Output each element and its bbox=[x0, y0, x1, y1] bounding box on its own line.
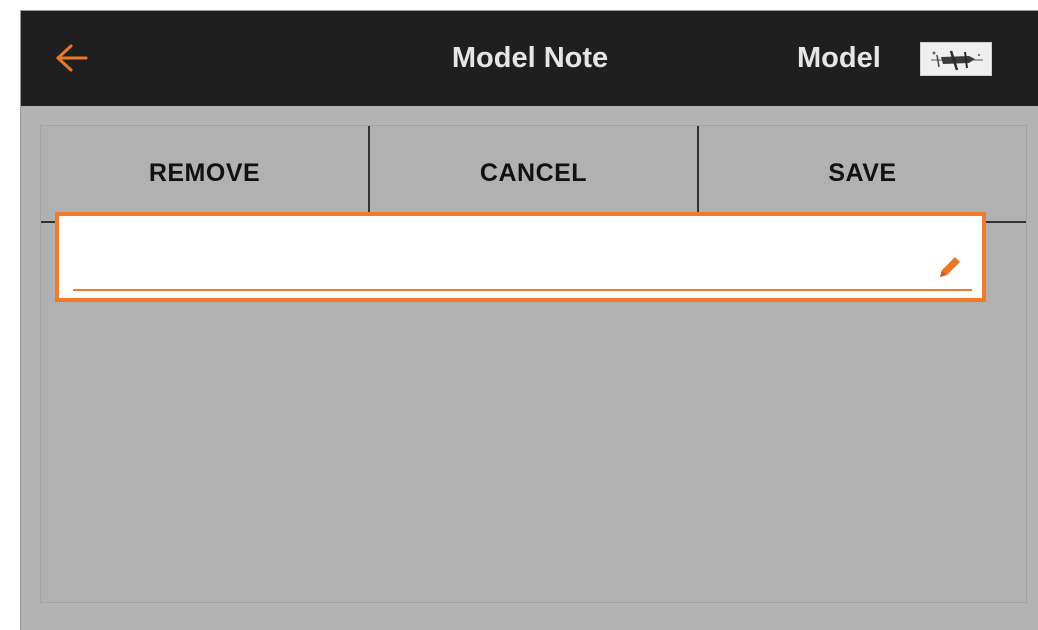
back-arrow-icon[interactable] bbox=[55, 43, 89, 73]
airplane-thumbnail-icon bbox=[931, 50, 983, 71]
cancel-button[interactable]: CANCEL bbox=[368, 126, 697, 221]
remove-button[interactable]: REMOVE bbox=[41, 126, 368, 221]
pencil-icon[interactable] bbox=[934, 253, 964, 283]
model-note-field[interactable] bbox=[55, 212, 986, 302]
page-title: Model Note bbox=[451, 42, 609, 74]
model-thumbnail[interactable] bbox=[920, 42, 992, 76]
note-panel: REMOVE CANCEL SAVE bbox=[40, 125, 1027, 603]
action-bar: REMOVE CANCEL SAVE bbox=[41, 126, 1026, 223]
model-note-input[interactable] bbox=[73, 228, 937, 280]
model-note-screen: Model Note Model REMOVE CANCEL SAVE bbox=[20, 10, 1038, 630]
top-bar: Model Note Model bbox=[21, 11, 1038, 106]
note-input-underline bbox=[73, 289, 972, 291]
save-button[interactable]: SAVE bbox=[697, 126, 1026, 221]
model-label: Model bbox=[797, 42, 881, 74]
